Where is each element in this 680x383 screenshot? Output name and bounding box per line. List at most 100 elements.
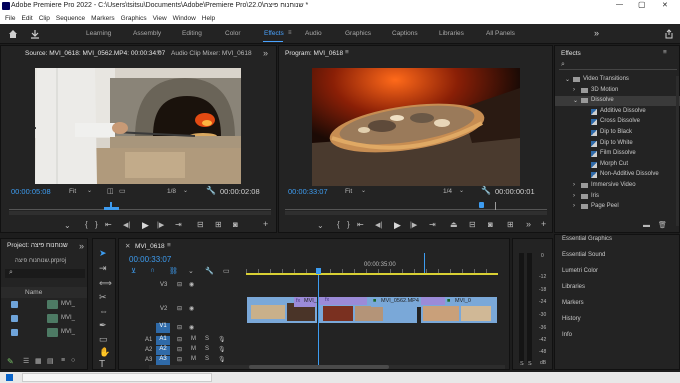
track-label-v2[interactable]: V2 [160, 306, 167, 312]
start-button-icon[interactable] [6, 374, 13, 381]
toggle-sync-lock-icon[interactable]: ⊟ [177, 356, 182, 363]
effects-tree-item[interactable]: Morph Cut [555, 160, 680, 170]
program-go-to-out-icon[interactable]: ⇥ [429, 220, 436, 229]
chevron-right-icon[interactable]: › [573, 87, 575, 93]
workspace-captions[interactable]: Captions [392, 30, 418, 37]
solo-button[interactable]: S [205, 336, 209, 342]
voice-over-record-icon[interactable]: 🎙 [218, 356, 226, 363]
source-add-marker-icon[interactable]: ⌄ [64, 221, 71, 230]
project-icon-view-icon[interactable]: ▦ [35, 357, 42, 365]
toggle-sync-lock-icon[interactable]: ⊟ [177, 336, 182, 343]
toggle-sync-lock-icon[interactable]: ⊟ [177, 305, 182, 312]
track-label-a3[interactable]: A3 [156, 356, 170, 365]
effects-search-field[interactable] [559, 61, 677, 70]
essential-graphics-panel[interactable]: Essential Graphics [562, 236, 612, 242]
program-fit-select[interactable]: Fit [345, 188, 352, 195]
linked-selection-icon[interactable]: ⛓ [169, 267, 178, 275]
effects-tree-item[interactable]: Cross Dissolve [555, 117, 680, 127]
project-sort-icon[interactable]: ≡ [61, 357, 65, 364]
chevron-down-icon[interactable]: ⌄ [573, 97, 578, 104]
slip-tool-icon[interactable]: ⇔ [99, 306, 108, 316]
workspace-all-panels[interactable]: All Panels [486, 30, 515, 37]
menu-window[interactable]: Window [173, 15, 196, 22]
add-marker-icon[interactable]: ⌄ [188, 267, 194, 275]
solo-button[interactable]: S [205, 346, 209, 352]
source-step-back-icon[interactable]: ◀| [123, 221, 130, 229]
mute-button[interactable]: M [191, 336, 196, 342]
program-lift-icon[interactable]: ⏏ [450, 220, 458, 229]
project-name-column[interactable]: Name [25, 289, 42, 296]
toggle-track-output-icon[interactable]: ◉ [189, 281, 194, 288]
source-go-to-out-icon[interactable]: ⇥ [175, 220, 182, 229]
project-item-1[interactable]: MVI_ [1, 299, 87, 311]
toggle-sync-lock-icon[interactable]: ⊟ [177, 324, 182, 331]
program-monitor-tab[interactable]: Program: MVI_0618 [285, 50, 343, 57]
source-step-forward-icon[interactable]: |▶ [157, 221, 164, 229]
program-compare-icon[interactable]: ⊞ [507, 220, 514, 229]
audio-clip-mixer-tab[interactable]: Audio Clip Mixer: MVI_0618 [171, 50, 252, 57]
source-patch-v1[interactable]: V1 [156, 323, 170, 333]
program-extract-icon[interactable]: ⊟ [469, 220, 476, 229]
timeline-timecode[interactable]: 00:00:33:07 [129, 255, 171, 264]
effects-tree-item[interactable]: › Iris [555, 192, 680, 202]
work-area-bar[interactable] [246, 273, 498, 275]
workspace-assembly[interactable]: Assembly [133, 30, 161, 37]
clip-v2-4[interactable]: ■ MVI_0562.MP4 [371, 297, 421, 307]
timeline-playhead-line[interactable] [318, 275, 319, 367]
program-step-back-icon[interactable]: ◀| [375, 221, 382, 229]
program-timecode[interactable]: 00:00:33:07 [288, 187, 328, 196]
project-tab[interactable]: Project: שנוחנוח פיצה [7, 242, 68, 249]
source-patch-a2-left[interactable]: A2 [145, 347, 152, 353]
import-icon[interactable] [30, 29, 40, 39]
solo-button[interactable]: S [205, 356, 209, 362]
menu-markers[interactable]: Markers [91, 15, 114, 22]
timeline-close-icon[interactable]: ✕ [125, 242, 130, 250]
workspace-learning[interactable]: Learning [86, 30, 111, 37]
source-mark-out-icon[interactable]: } [95, 220, 98, 229]
track-select-tool-icon[interactable]: ⇥ [99, 263, 107, 274]
workspace-graphics[interactable]: Graphics [345, 30, 371, 37]
more-workspaces-icon[interactable]: » [594, 28, 599, 38]
effects-tree-item[interactable]: › Immersive Video [555, 181, 680, 191]
source-fit-chevron-icon[interactable]: ⌄ [87, 187, 92, 194]
share-icon[interactable] [664, 29, 674, 39]
source-mark-in-icon[interactable]: { [85, 220, 88, 229]
mute-button[interactable]: M [191, 356, 196, 362]
program-play-button[interactable]: ▶ [394, 220, 401, 231]
program-more-icon[interactable]: » [526, 219, 531, 229]
project-list-view-icon[interactable]: ☰ [23, 357, 29, 365]
program-mark-in-icon[interactable]: { [337, 220, 340, 229]
menu-help[interactable]: Help [202, 15, 215, 22]
effects-tab[interactable]: Effects [561, 50, 581, 57]
toggle-sync-lock-icon[interactable]: ⊟ [177, 281, 182, 288]
chevron-right-icon[interactable]: › [573, 203, 575, 209]
menu-clip[interactable]: Clip [39, 15, 50, 22]
program-scrub-bar[interactable] [285, 202, 547, 215]
effects-tree-item[interactable]: › 3D Motion [555, 86, 680, 96]
source-play-button[interactable]: ▶ [142, 220, 149, 231]
effects-tree-item[interactable]: ⌄ Video Transitions [555, 75, 680, 85]
clip-v2-2[interactable]: fx MVI_ [294, 297, 317, 307]
program-playhead[interactable] [479, 202, 484, 208]
home-icon[interactable] [8, 29, 18, 39]
program-go-to-in-icon[interactable]: ⇤ [357, 220, 364, 229]
workspace-libraries[interactable]: Libraries [439, 30, 464, 37]
workspace-audio[interactable]: Audio [305, 30, 322, 37]
timeline-menu-icon[interactable]: ≡ [167, 242, 171, 249]
workspace-editing[interactable]: Editing [182, 30, 202, 37]
program-export-frame-icon[interactable]: ◙ [488, 220, 493, 229]
timeline-settings-icon[interactable]: 🔧 [205, 267, 214, 275]
effects-delete-icon[interactable]: 🗑 [658, 221, 667, 229]
workspace-color[interactable]: Color [225, 30, 241, 37]
source-playhead[interactable] [110, 202, 112, 208]
close-button[interactable]: ✕ [662, 1, 668, 9]
history-panel[interactable]: History [562, 316, 581, 322]
program-add-button-icon[interactable]: + [541, 219, 546, 229]
track-label-a1[interactable]: A1 [156, 336, 170, 345]
insert-nest-icon[interactable]: ⊻ [131, 267, 136, 275]
program-scroll-track[interactable] [285, 211, 547, 215]
source-settings-wrench-icon[interactable]: 🔧 [206, 186, 216, 195]
maximize-button[interactable]: ▢ [638, 0, 646, 9]
info-panel[interactable]: Info [562, 332, 572, 338]
clip-v2-5[interactable]: ■ MVI_0 [421, 297, 497, 323]
